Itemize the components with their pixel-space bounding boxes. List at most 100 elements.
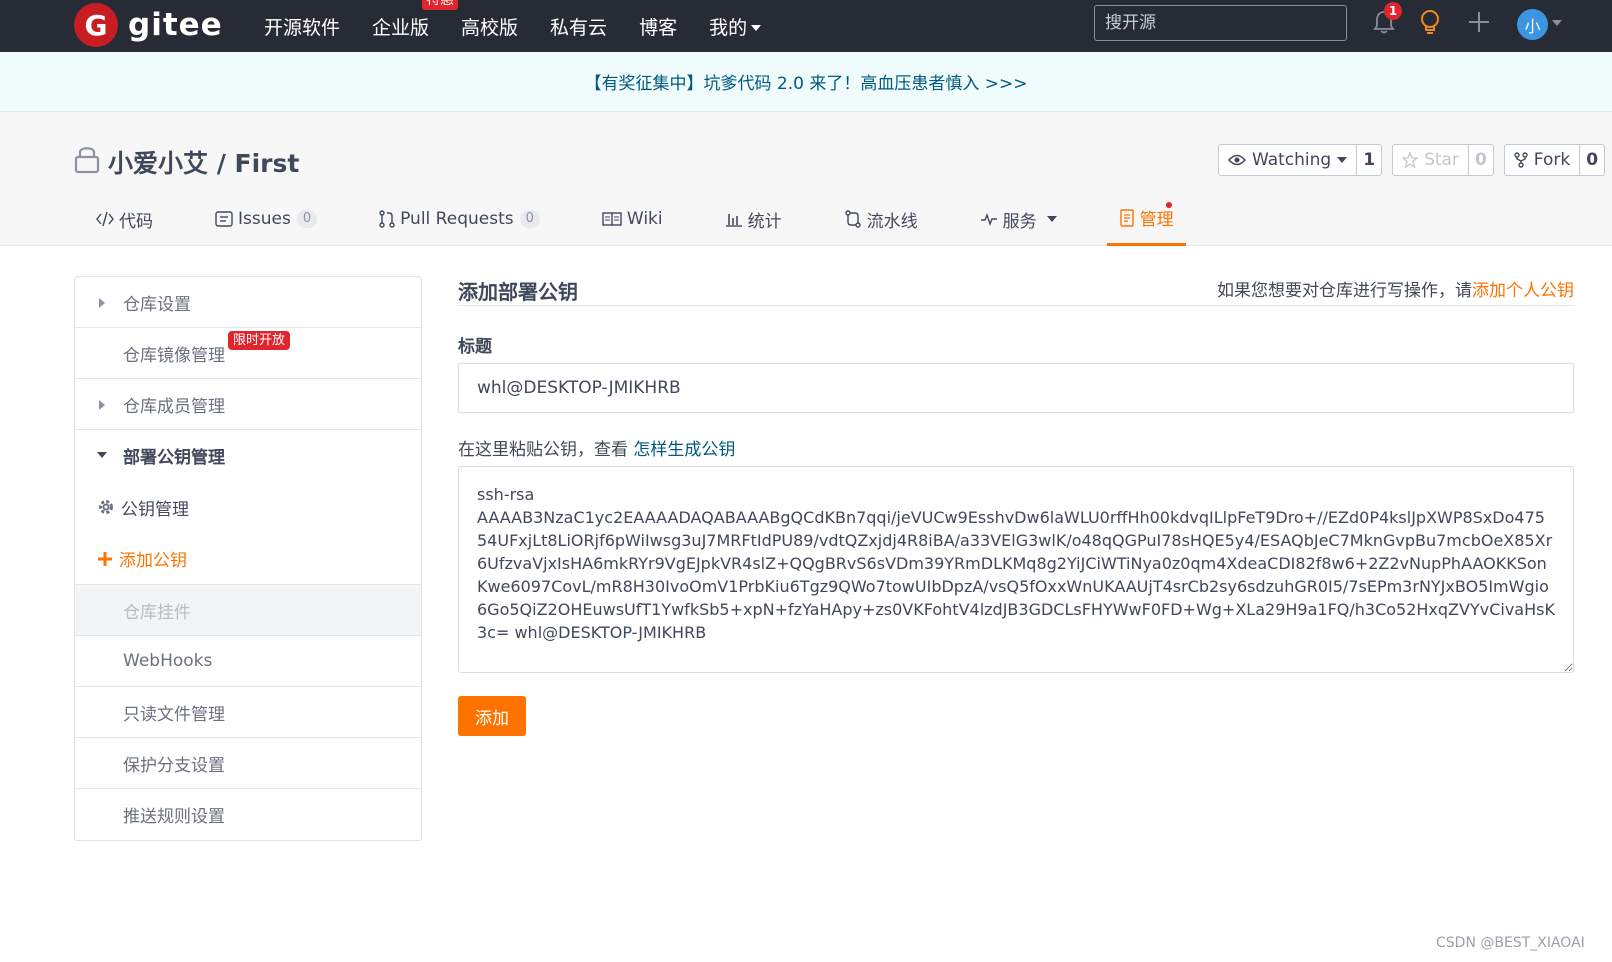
caret-right-icon [99,400,105,410]
chevron-down-icon [751,25,762,31]
announcement-banner: 【有奖征集中】坑爹代码 2.0 来了！高血压患者慎入 >>> [0,52,1612,112]
page-title: 添加部署公钥 [458,280,578,304]
sidebar-item-push-rules[interactable]: 推送规则设置 [75,789,421,840]
pull-requests-count-badge: 0 [519,210,540,228]
gitee-logo-text: gitee [128,7,223,43]
watch-count[interactable]: 1 [1357,144,1383,176]
repo-tabs: 代码 Issues 0 Pull Requests 0 Wiki 统计 流水线 … [84,192,1224,246]
watch-button[interactable]: Watching [1218,144,1358,176]
sidebar-item-label: 推送规则设置 [123,807,225,827]
avatar[interactable]: 小 [1517,9,1548,40]
sidebar-subitem-key-management[interactable]: 公钥管理 [75,481,421,533]
nav-private-cloud[interactable]: 私有云 [550,13,607,40]
form-hint-text: 如果您想要对仓库进行写操作，请 [1217,281,1472,301]
tab-statistics-label: 统计 [747,211,782,232]
star-button[interactable]: Star [1392,144,1469,176]
notifications-button[interactable]: 1 [1368,2,1402,40]
plus-icon [97,551,113,567]
watch-button-group: Watching 1 [1218,144,1383,176]
nav-mine-dropdown[interactable]: 我的 [709,13,762,40]
sidebar-item-repo-settings[interactable]: 仓库设置 [75,277,421,328]
nav-education[interactable]: 高校版 [461,13,518,40]
sidebar-item-mirror-management[interactable]: 仓库镜像管理 限时开放 [75,328,421,379]
nav-blog[interactable]: 博客 [639,13,677,40]
tab-issues[interactable]: Issues 0 [203,192,329,246]
title-label: 标题 [458,337,492,357]
sidebar-item-label: WebHooks [123,651,213,671]
repo-header: 小爱小艾 / First Watching 1 Star 0 Fork 0 代码… [0,112,1612,246]
key-label: 在这里粘贴公钥，查看 怎样生成公钥 [458,435,1574,460]
add-deploy-key-form: 添加部署公钥 如果您想要对仓库进行写操作，请添加个人公钥 标题 在这里粘贴公钥，… [458,276,1574,736]
nav-mine-label: 我的 [709,16,748,39]
limited-time-badge: 限时开放 [228,331,291,350]
sidebar-subitem-label: 公钥管理 [121,499,189,520]
sidebar-item-readonly-files[interactable]: 只读文件管理 [75,687,421,738]
tab-pipeline-label: 流水线 [866,211,918,232]
gear-icon [97,498,115,516]
tab-pull-requests-label: Pull Requests [400,209,514,229]
sidebar-item-webhooks[interactable]: WebHooks [75,636,421,687]
add-button[interactable]: 添加 [458,696,526,736]
chevron-down-icon [1046,216,1057,222]
sidebar-item-member-management[interactable]: 仓库成员管理 [75,379,421,430]
main-nav: 开源软件 企业版 特惠 高校版 私有云 博客 我的 [264,0,793,52]
star-button-group: Star 0 [1392,144,1494,176]
top-navbar: G gitee 开源软件 企业版 特惠 高校版 私有云 博客 我的 1 小 [0,0,1612,52]
star-icon [1402,152,1419,168]
tab-pipeline[interactable]: 流水线 [832,192,930,246]
sidebar-item-label: 仓库成员管理 [123,396,225,417]
issues-icon [215,210,233,228]
fork-button-group: Fork 0 [1503,144,1606,176]
fork-button[interactable]: Fork [1503,144,1581,176]
repo-path[interactable]: 小爱小艾 / First [108,144,299,180]
manage-notification-dot [1165,202,1172,208]
title-input[interactable] [458,363,1574,413]
pulse-icon [980,212,998,226]
how-to-generate-key-link[interactable]: 怎样生成公钥 [633,440,735,460]
bar-chart-icon [725,211,743,227]
star-label: Star [1424,150,1459,170]
announcement-link[interactable]: 【有奖征集中】坑爹代码 2.0 来了！高血压患者慎入 >>> [585,69,1028,94]
plus-icon [1468,11,1490,37]
form-header: 添加部署公钥 如果您想要对仓库进行写操作，请添加个人公钥 [458,276,1574,306]
tab-pull-requests[interactable]: Pull Requests 0 [367,192,552,246]
star-count[interactable]: 0 [1468,144,1494,176]
sidebar-item-label: 仓库镜像管理 [123,345,225,366]
create-new-button[interactable] [1463,8,1495,40]
eye-icon [1228,154,1246,166]
nav-open-source[interactable]: 开源软件 [264,13,340,40]
sidebar-item-protected-branches[interactable]: 保护分支设置 [75,738,421,789]
sidebar-item-deploy-keys[interactable]: 部署公钥管理 [75,430,421,481]
nav-enterprise[interactable]: 企业版 特惠 [372,0,459,40]
search-input[interactable] [1094,5,1347,41]
fork-count[interactable]: 0 [1580,144,1606,176]
repo-actions: Watching 1 Star 0 Fork 0 [1218,144,1612,176]
avatar-chevron-down-icon[interactable] [1552,20,1562,26]
sidebar-item-label: 保护分支设置 [123,755,225,776]
watermark: CSDN @BEST_XIAOAI [1436,935,1585,951]
tab-manage[interactable]: 管理 [1106,192,1186,246]
add-personal-key-link[interactable]: 添加个人公钥 [1472,281,1574,301]
sidebar-item-widgets[interactable]: 仓库挂件 [75,585,421,636]
tab-code[interactable]: 代码 [84,192,165,246]
pipeline-icon [844,210,862,228]
sidebar-item-label: 部署公钥管理 [123,448,225,468]
tab-manage-label: 管理 [1139,210,1174,230]
tab-wiki[interactable]: Wiki [590,192,675,246]
lightbulb-icon [1419,9,1441,39]
gitee-logo-icon: G [74,3,118,47]
lightbulb-button[interactable] [1414,8,1446,40]
sidebar-subitem-add-key[interactable]: 添加公钥 [75,533,421,585]
tab-wiki-label: Wiki [626,209,663,229]
book-icon [602,211,622,227]
public-key-textarea[interactable] [458,466,1574,673]
caret-down-icon [97,452,107,458]
sidebar-subitem-label: 添加公钥 [119,551,187,571]
notification-count-badge: 1 [1384,2,1402,20]
tab-statistics[interactable]: 统计 [713,192,794,246]
caret-right-icon [99,298,105,308]
tab-services[interactable]: 服务 [968,192,1069,246]
gitee-logo[interactable]: G gitee [74,3,223,47]
pull-request-icon [379,210,395,228]
promo-badge: 特惠 [422,0,459,10]
